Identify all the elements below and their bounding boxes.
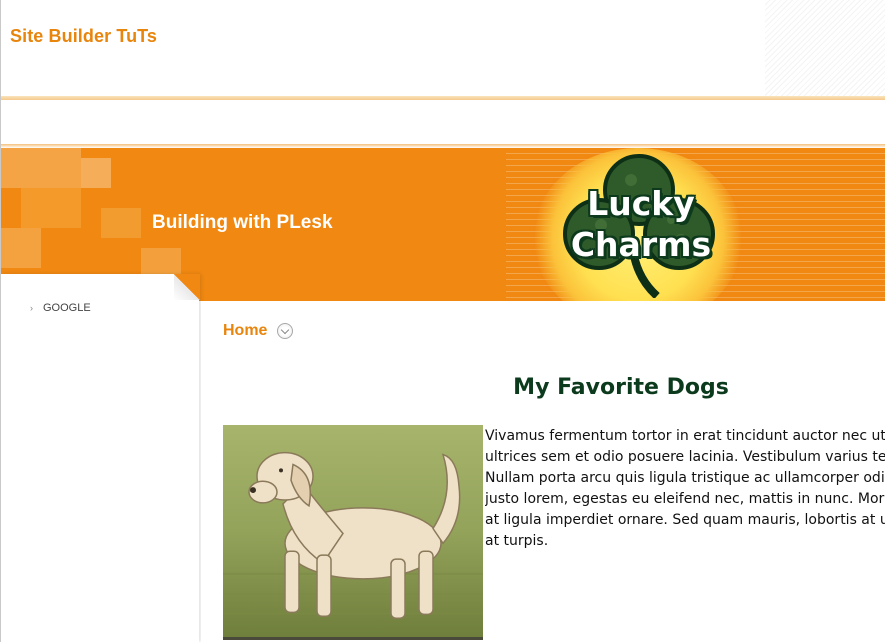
nav-item-about[interactable]: ABOUT M — [822, 117, 885, 129]
body-text: Vivamus fermentum tortor in erat tincidu… — [485, 426, 885, 552]
nav-item-image-gallery[interactable]: IMAGE GALLERY — [471, 117, 578, 129]
nav-stripe-top — [1, 96, 885, 100]
banner-tile — [81, 158, 111, 188]
nav-item-label: GUESTBOOK — [614, 117, 684, 129]
nav-item-guestbook[interactable]: GUESTBOOK — [596, 117, 684, 129]
arrow-icon — [596, 119, 604, 127]
body-text-line: at ligula imperdiet ornare. Sed quam mau… — [485, 512, 885, 528]
page-title: My Favorite Dogs — [513, 375, 729, 400]
arrow-icon — [392, 119, 400, 127]
banner-tile — [101, 208, 141, 238]
nav-item-label: IMAGE GALLERY — [489, 117, 579, 129]
arrow-icon — [471, 119, 479, 127]
nav-item-registration[interactable]: REGISTRATION — [701, 117, 801, 129]
sidebar-fold — [174, 274, 200, 300]
banner-tile — [1, 148, 81, 188]
logo-text-line2: Charms — [570, 225, 712, 264]
banner-tile — [1, 228, 41, 268]
nav-item-tutorials[interactable]: TUTORIALS — [137, 117, 217, 129]
sidebar — [1, 274, 199, 642]
sidebar-item-google[interactable]: › GOOGLE — [30, 302, 91, 314]
arrow-icon — [137, 119, 145, 127]
arrow-icon — [822, 119, 830, 127]
body-text-line: Nullam porta arcu quis ligula tristique … — [485, 470, 885, 486]
banner-tile — [21, 188, 81, 228]
dog-photo — [223, 425, 483, 640]
nav-item-eshop[interactable]: ESHOP — [392, 117, 449, 129]
body-text-line: justo lorem, egestas eu eleifend nec, ma… — [485, 491, 885, 507]
arrow-icon — [238, 119, 246, 127]
nav-item-label: HOME — [80, 117, 113, 129]
nav-item-home[interactable]: HOME — [62, 117, 113, 129]
chevron-down-icon[interactable] — [277, 323, 294, 339]
sidebar-item-label: GOOGLE — [43, 302, 91, 314]
main-nav: HOME TUTORIALS BLOG FORUM ESHOP IMAGE GA… — [1, 96, 885, 148]
chevron-right-icon: › — [30, 303, 33, 313]
breadcrumb-home[interactable]: Home — [223, 322, 267, 340]
page: Site Builder TuTs HOME TUTORIALS BLOG FO… — [0, 0, 885, 642]
body-text-line: at turpis. — [485, 533, 549, 549]
nav-item-label: ABOUT M — [840, 117, 885, 129]
nav-item-label: TUTORIALS — [155, 117, 217, 129]
body-text-line: ultrices sem et odio posuere lacinia. Ve… — [485, 449, 885, 465]
nav-item-label: FORUM — [328, 117, 369, 129]
body-text-line: Vivamus fermentum tortor in erat tincidu… — [485, 428, 885, 444]
nav-item-label: ESHOP — [410, 117, 449, 129]
site-title[interactable]: Site Builder TuTs — [10, 26, 157, 47]
header-decoration — [765, 0, 885, 96]
banner-title: Building with PLesk — [152, 212, 333, 233]
arrow-icon — [701, 119, 709, 127]
nav-item-blog[interactable]: BLOG — [238, 117, 287, 129]
nav-item-label: BLOG — [256, 117, 287, 129]
nav-item-label: REGISTRATION — [719, 117, 801, 129]
arrow-icon — [310, 119, 318, 127]
nav-item-forum[interactable]: FORUM — [310, 117, 368, 129]
breadcrumb: Home — [223, 322, 294, 340]
arrow-icon — [62, 119, 70, 127]
shamrock-icon — [563, 154, 715, 298]
logo-text-line1: Lucky — [587, 184, 695, 223]
